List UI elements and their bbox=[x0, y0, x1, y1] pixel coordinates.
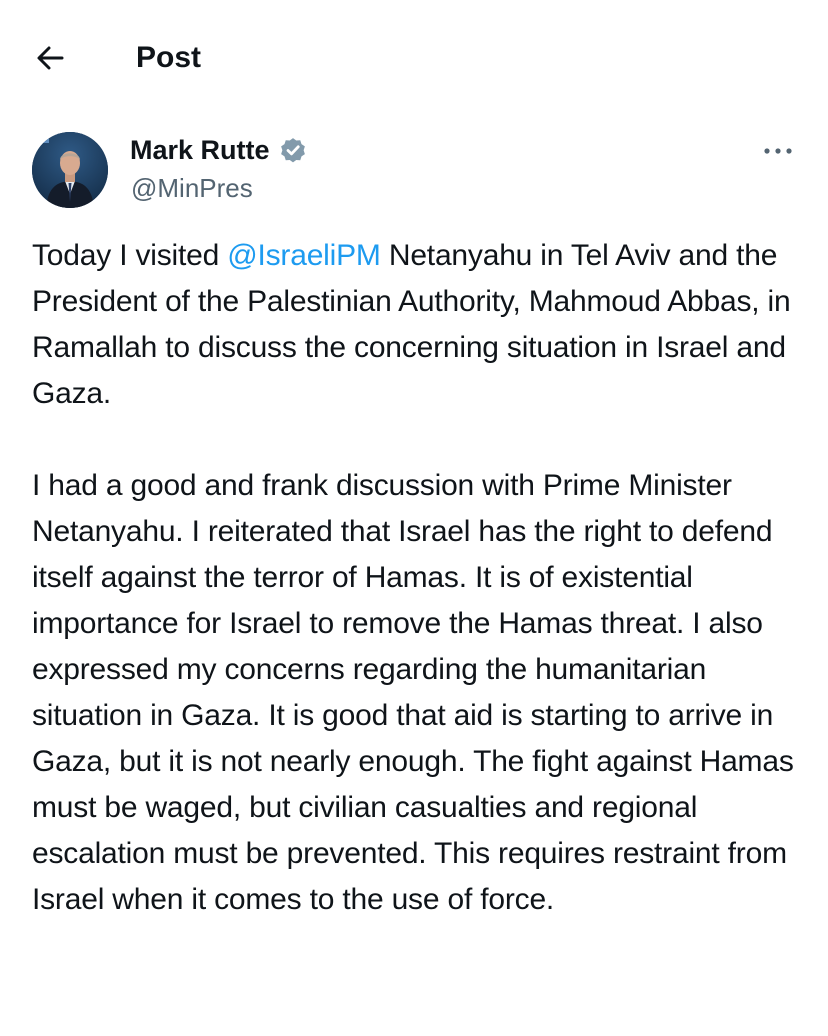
verified-badge-icon bbox=[280, 138, 305, 163]
more-horizontal-icon bbox=[764, 148, 792, 154]
page-title: Post bbox=[136, 41, 202, 74]
back-button[interactable] bbox=[28, 36, 72, 80]
post-page: Post Mark Rutte @MinPres Today I visited… bbox=[0, 0, 828, 1036]
author-row: Mark Rutte @MinPres bbox=[0, 126, 828, 216]
avatar-image bbox=[32, 132, 108, 208]
header-bar: Post bbox=[0, 0, 828, 110]
display-name[interactable]: Mark Rutte bbox=[130, 132, 270, 168]
tweet-paragraph: I had a good and frank discussion with P… bbox=[32, 469, 794, 916]
avatar[interactable] bbox=[32, 132, 108, 208]
user-handle[interactable]: @MinPres bbox=[131, 171, 253, 205]
display-name-wrap: Mark Rutte bbox=[130, 132, 308, 168]
arrow-left-icon bbox=[37, 46, 64, 70]
tweet-text: Today I visited @IsraeliPM Netanyahu in … bbox=[32, 233, 804, 923]
tweet-text-segment: Today I visited bbox=[32, 239, 228, 272]
more-options-button[interactable] bbox=[756, 136, 800, 166]
tweet-paragraph: Today I visited @IsraeliPM Netanyahu in … bbox=[32, 233, 804, 417]
mention-link[interactable]: @IsraeliPM bbox=[227, 239, 381, 272]
